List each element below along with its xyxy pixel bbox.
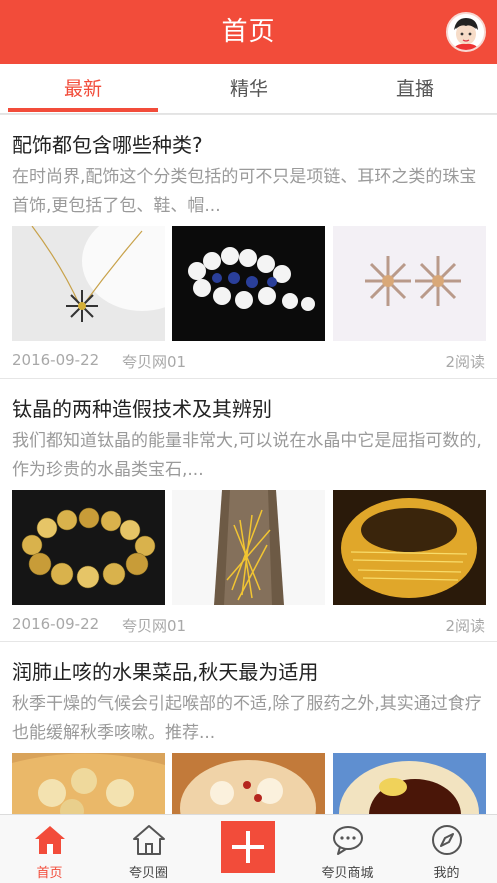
nav-shop[interactable]: 夸贝商城 <box>298 815 397 883</box>
article-title[interactable]: 润肺止咳的水果菜品,秋天最为适用 <box>12 656 318 685</box>
necklace-pendant-image <box>12 226 165 341</box>
article-read-count: 2阅读 <box>445 617 485 635</box>
tab-bar: 最新 精华 直播 <box>0 64 497 114</box>
home-icon <box>35 826 65 854</box>
pearl-bracelet-image <box>172 226 325 341</box>
nav-mine[interactable]: 我的 <box>397 815 496 883</box>
article-source: 夸贝网01 <box>122 353 187 371</box>
article-source: 夸贝网01 <box>122 617 187 635</box>
nav-home-label: 首页 <box>36 866 63 881</box>
article-feed[interactable]: 配饰都包含哪些种类? 在时尚界,配饰这个分类包括的可不只是项链、耳环之类的珠宝首… <box>0 114 497 814</box>
plus-icon <box>232 831 264 863</box>
article-card[interactable]: 润肺止咳的水果菜品,秋天最为适用 秋季干燥的气候会引起喉部的不适,除了服药之外,… <box>0 641 497 814</box>
house-outline-icon <box>133 825 165 855</box>
article-summary: 秋季干燥的气候会引起喉部的不适,除了服药之外,其实通过食疗也能缓解秋季咳嗽。推荐… <box>12 694 482 743</box>
tab-live[interactable]: 直播 <box>332 64 497 114</box>
nav-shop-label: 夸贝商城 <box>321 866 374 881</box>
article-images <box>12 226 486 341</box>
app-header: 首页 <box>0 0 497 64</box>
pear-soup-image <box>172 753 325 814</box>
page-title: 首页 <box>221 17 276 47</box>
nav-post[interactable] <box>199 815 298 883</box>
article-summary: 在时尚界,配饰这个分类包括的可不只是项链、耳环之类的珠宝首饰,更包括了包、鞋、帽… <box>12 167 477 216</box>
nav-circle-label: 夸贝圈 <box>128 866 168 881</box>
fruit-tart-image <box>12 753 165 814</box>
article-summary: 我们都知道钛晶的能量非常大,可以说在水晶中它是屈指可数的,作为珍贵的水晶类宝石,… <box>12 431 482 480</box>
article-date: 2016-09-22 <box>12 615 100 633</box>
rutile-crystal-image <box>172 490 325 605</box>
article-read-count: 2阅读 <box>445 353 485 371</box>
article-meta: 2016-09-22 夸贝网01 2阅读 <box>12 351 485 373</box>
nav-circle[interactable]: 夸贝圈 <box>99 815 198 883</box>
avatar[interactable] <box>446 12 486 52</box>
tab-featured[interactable]: 精华 <box>166 64 332 114</box>
article-card[interactable]: 配饰都包含哪些种类? 在时尚界,配饰这个分类包括的可不只是项链、耳环之类的珠宝首… <box>0 114 497 378</box>
dessert-bowl-image <box>333 753 486 814</box>
earring-image <box>333 226 486 341</box>
article-title[interactable]: 配饰都包含哪些种类? <box>12 129 203 158</box>
article-card[interactable]: 钛晶的两种造假技术及其辨别 我们都知道钛晶的能量非常大,可以说在水晶中它是屈指可… <box>0 378 497 641</box>
article-title[interactable]: 钛晶的两种造假技术及其辨别 <box>12 393 272 422</box>
chat-bubble-icon <box>333 826 363 855</box>
bottom-navigation: 首页 夸贝圈 夸贝商城 我的 <box>0 814 497 883</box>
active-tab-indicator <box>8 108 158 112</box>
article-images <box>12 753 486 814</box>
article-images <box>12 490 486 605</box>
post-button[interactable] <box>221 821 275 873</box>
crystal-bracelet-image <box>12 490 165 605</box>
tab-latest[interactable]: 最新 <box>0 64 166 114</box>
article-date: 2016-09-22 <box>12 351 100 369</box>
crystal-ring-image <box>333 490 486 605</box>
nav-home[interactable]: 首页 <box>0 815 99 883</box>
article-meta: 2016-09-22 夸贝网01 2阅读 <box>12 615 485 637</box>
compass-icon <box>432 825 462 855</box>
nav-mine-label: 我的 <box>433 866 460 881</box>
